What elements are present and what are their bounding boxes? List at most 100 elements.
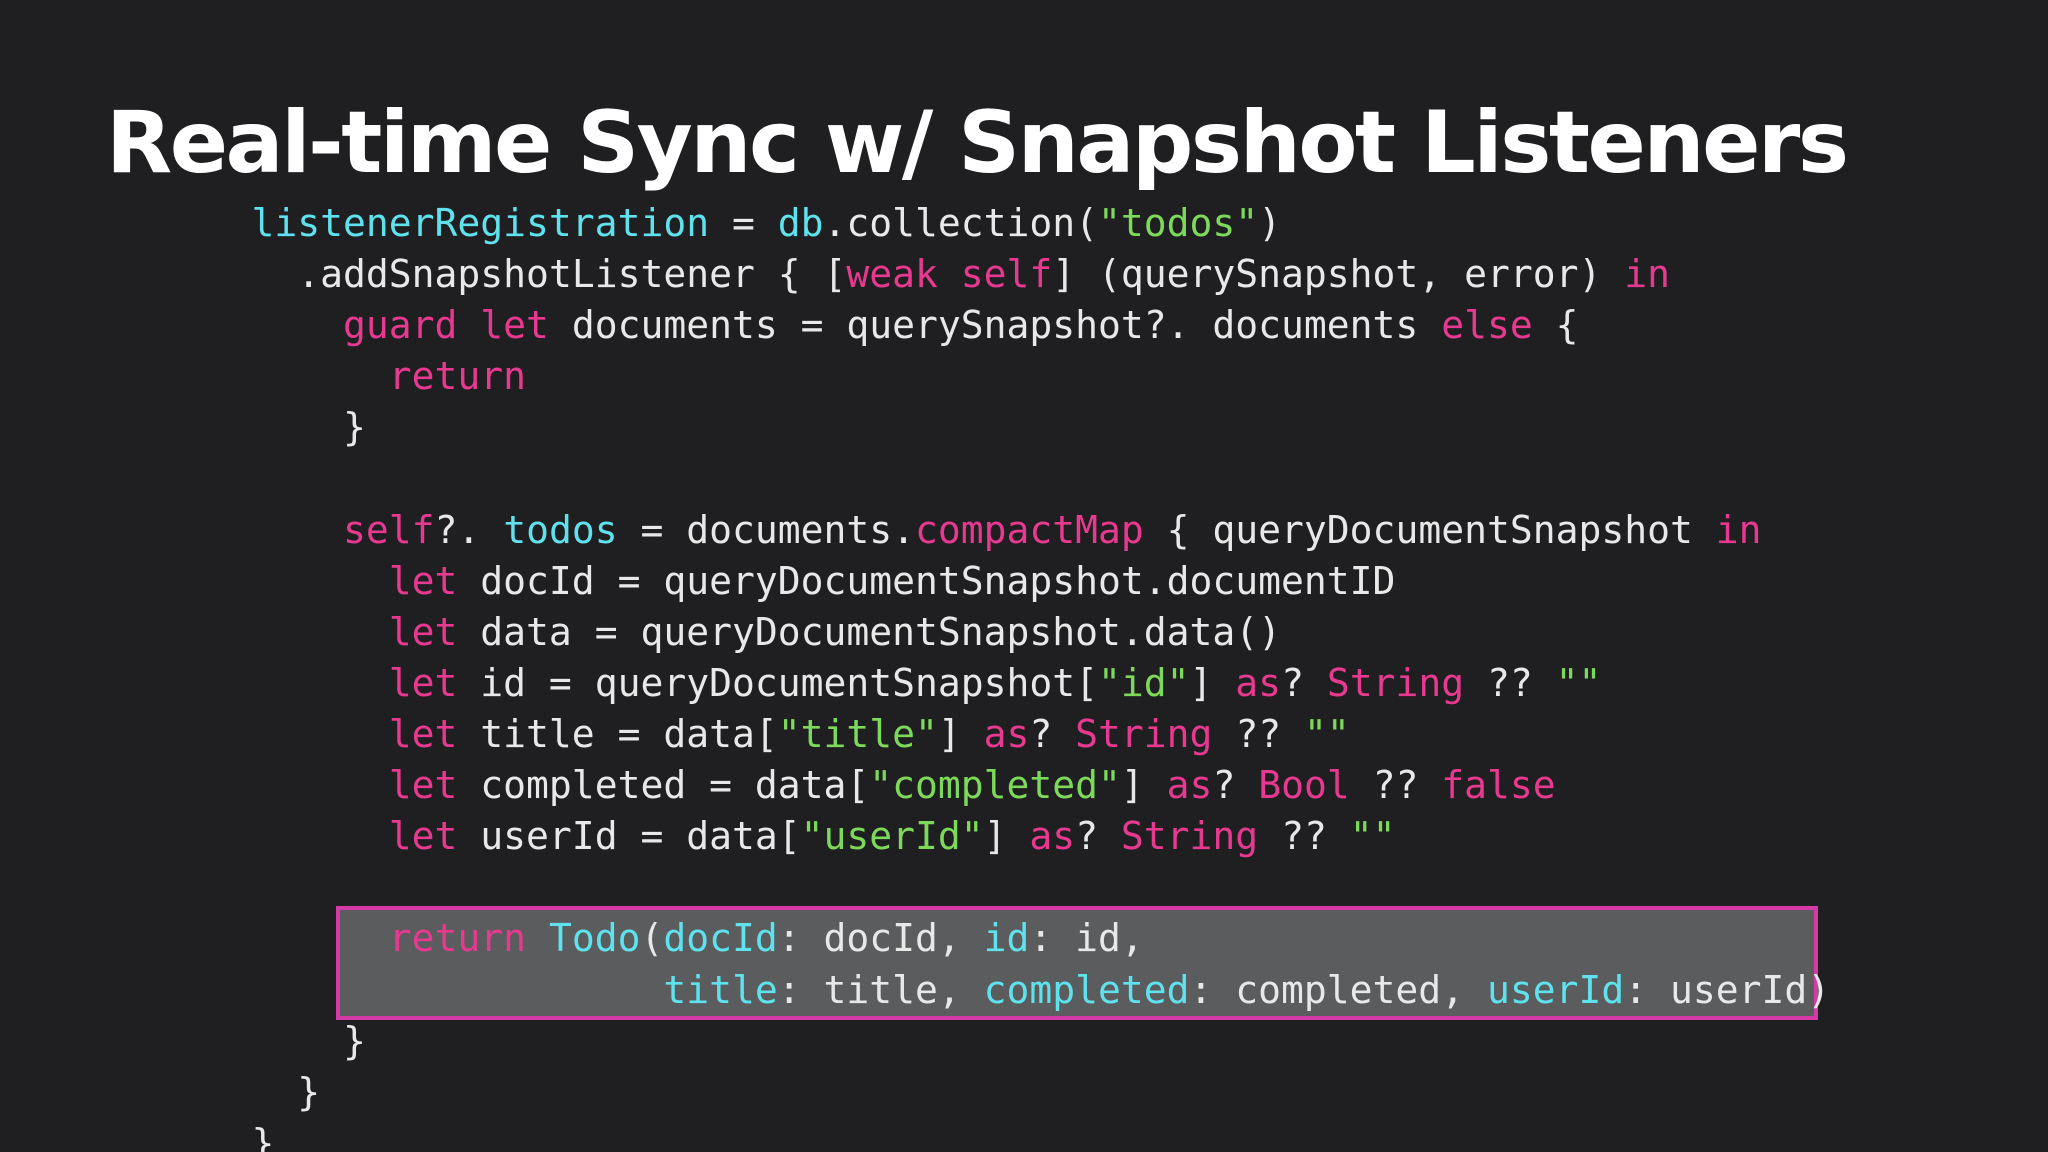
code-token: documents = querySnapshot?. documents [548,303,1442,348]
code-block: listenerRegistration = db.collection("to… [0,0,2048,1152]
code-token: ?? [1349,763,1442,808]
code-line: guard let documents = querySnapshot?. do… [160,300,1578,351]
code-token: = documents. [617,507,915,552]
code-token: let [388,558,458,603]
code-token: compactMap [915,507,1144,552]
code-token: as [983,712,1030,756]
code-line: } [160,1067,320,1118]
code-token: data = queryDocumentSnapshot.data() [457,609,1282,654]
highlighted-code-line: title: title, completed: completed, user… [160,965,1830,1016]
code-line: let completed = data["completed"] as? Bo… [160,760,1556,811]
code-token: id = queryDocumentSnapshot[ [457,660,1099,705]
code-token: .collection( [823,201,1099,245]
code-token: ?. [434,507,504,552]
code-token: : title, [777,967,984,1012]
code-token: completed = data[ [457,763,870,808]
code-token: in [1624,252,1670,297]
code-token: "" [1349,814,1396,859]
code-line: } [160,1016,366,1067]
code-token: todos [503,507,618,552]
code-token: : docId, [777,916,984,961]
code-token: ) [1258,201,1282,245]
code-token: weak self [846,252,1053,297]
code-token: "" [1303,712,1350,756]
code-line: let docId = queryDocumentSnapshot.docume… [160,556,1396,607]
presentation-slide: Real-time Sync w/ Snapshot Listeners lis… [0,0,2048,1152]
code-token: ?? [1212,712,1304,756]
code-line: self?. todos = documents.compactMap { qu… [160,505,1762,556]
code-token: title = data[ [457,712,778,756]
code-line: let userId = data["userId"] as? String ?… [160,811,1396,862]
code-token: listenerRegistration [251,201,710,245]
code-token: ? [1212,763,1259,808]
code-token: String [1120,814,1259,859]
code-token: ] [937,712,984,756]
code-token: as [1235,660,1282,705]
code-token: return [388,916,527,961]
code-token: } [297,1069,321,1114]
code-token: else [1441,303,1533,348]
code-token: as [1029,814,1076,859]
code-token: String [1075,712,1213,756]
code-token: in [1715,507,1762,552]
code-token: ] [1189,660,1236,705]
code-token: ?? [1464,660,1556,705]
code-token: ? [1281,660,1327,705]
code-token: : completed, [1189,967,1487,1012]
code-token: "completed" [869,763,1121,808]
code-token: "title" [777,712,938,756]
code-token: let [388,712,458,756]
code-token: ] (querySnapshot, error) [1052,252,1625,297]
code-token: } [343,1018,366,1063]
code-token: userId = data[ [457,814,801,859]
code-token: : id, [1029,916,1144,961]
code-token: let [388,814,458,859]
code-token: db [777,201,824,245]
code-token: ? [1029,712,1076,756]
code-token: guard let [343,303,549,348]
code-token: ] [983,814,1030,859]
code-line: } [160,1118,275,1152]
highlighted-code-line: return Todo(docId: docId, id: id, [160,913,1144,964]
code-line: listenerRegistration = db.collection("to… [160,198,1282,249]
code-token: docId = queryDocumentSnapshot.documentID [457,558,1396,603]
code-token: : userId) [1624,967,1831,1012]
code-token: ] [1120,763,1167,808]
code-token: Bool [1258,763,1350,808]
code-token: let [388,660,458,705]
code-token: "" [1555,660,1602,705]
code-line: } [160,402,366,453]
code-token: } [343,405,366,450]
code-token: let [388,609,458,654]
code-token: { [1532,303,1579,348]
code-token: ? [1075,814,1121,859]
code-token: "id" [1098,660,1190,705]
code-token: false [1441,763,1556,808]
code-token: let [388,763,458,808]
code-line: let data = queryDocumentSnapshot.data() [160,607,1281,658]
code-line: let id = queryDocumentSnapshot["id"] as?… [160,658,1602,709]
code-token: } [251,1120,275,1152]
code-token: userId [1486,967,1625,1012]
code-token: title [663,967,778,1012]
code-token: Todo [548,916,641,961]
code-token: { queryDocumentSnapshot [1143,507,1716,552]
